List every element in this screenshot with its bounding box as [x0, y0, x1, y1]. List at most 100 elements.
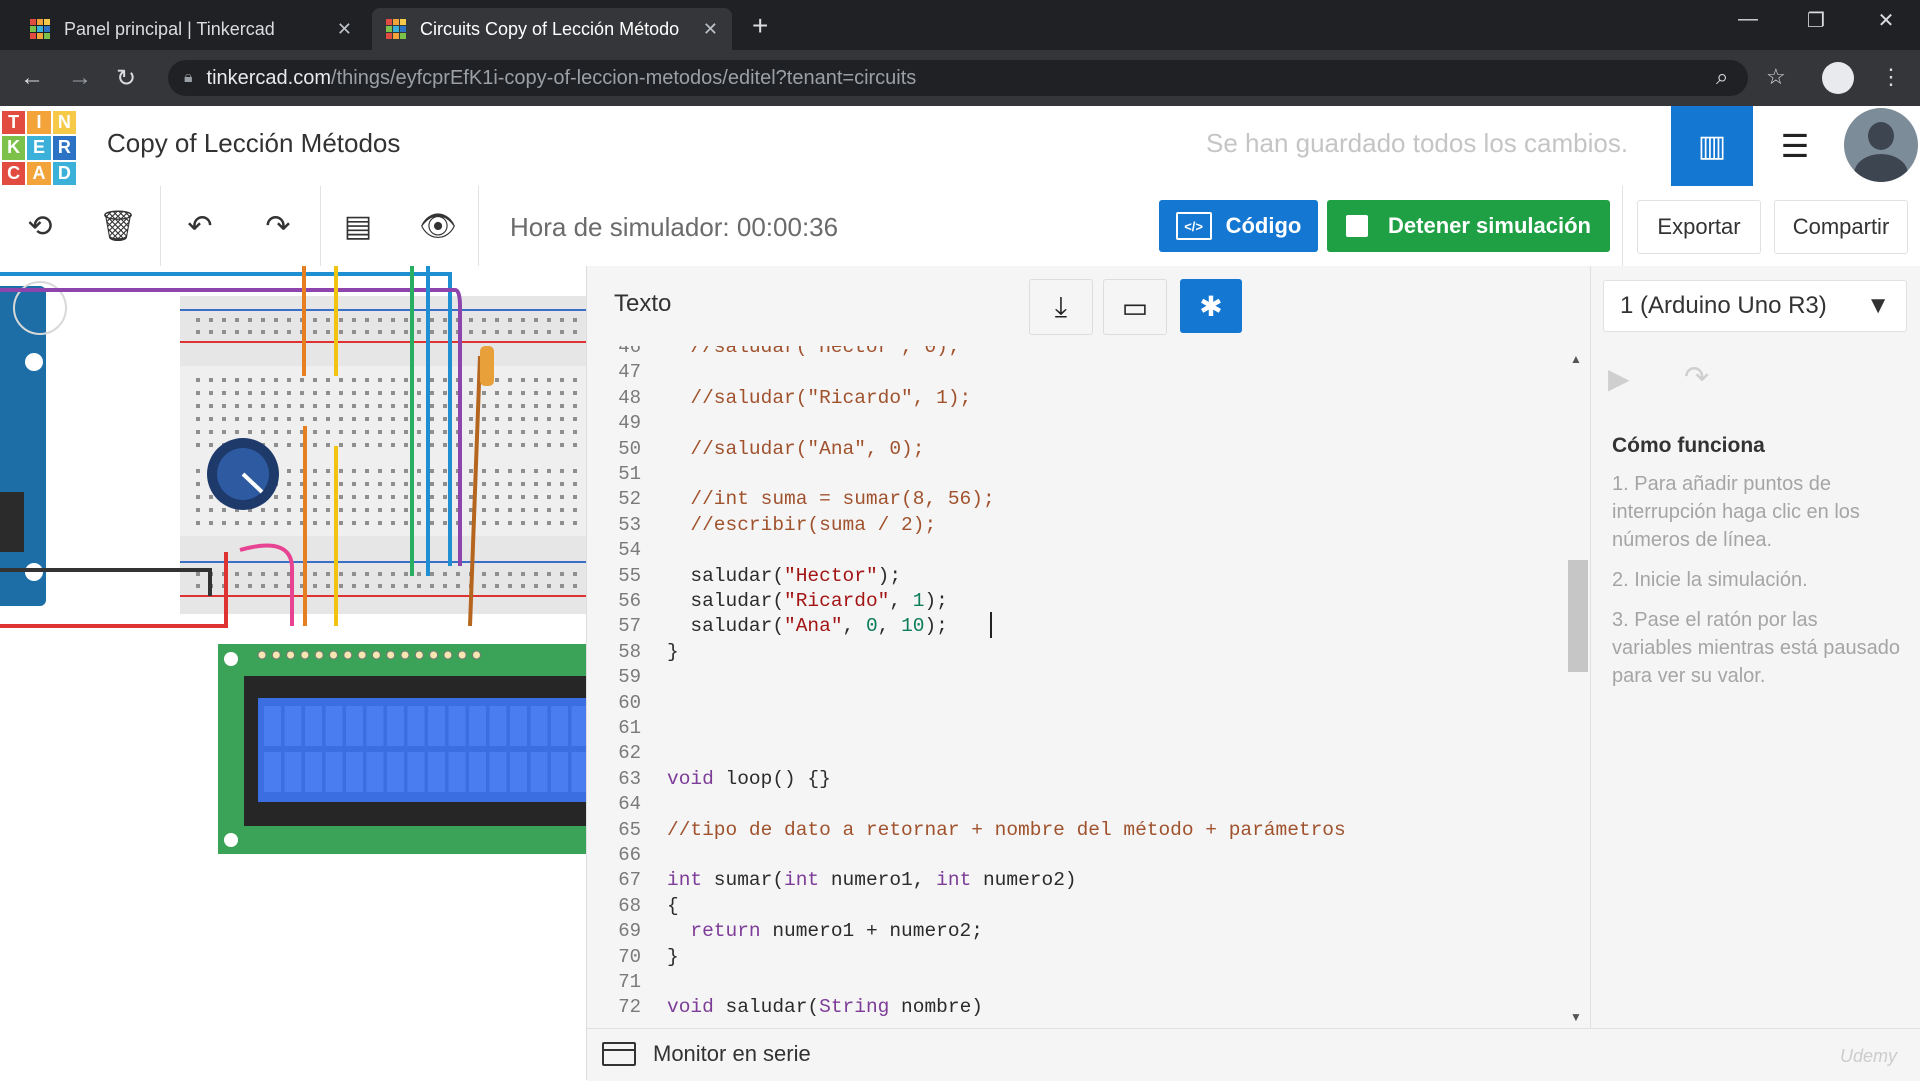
browser-tab-circuits[interactable]: Circuits Copy of Lección Método ✕ — [372, 8, 732, 50]
line-number[interactable]: 49 — [587, 412, 641, 434]
line-number[interactable]: 50 — [587, 438, 641, 460]
stop-simulation-button[interactable]: Detener simulación — [1327, 200, 1610, 252]
new-tab-icon[interactable]: + — [752, 10, 768, 42]
line-number[interactable]: 48 — [587, 387, 641, 409]
incognito-profile-icon[interactable] — [1822, 62, 1854, 94]
editor-scrollbar[interactable] — [1568, 560, 1588, 672]
code-line[interactable]: } — [667, 946, 679, 968]
project-title[interactable]: Copy of Lección Métodos — [107, 128, 400, 159]
code-mode-select[interactable]: Texto — [614, 290, 671, 318]
code-line[interactable]: //escribir(suma / 2); — [667, 514, 936, 536]
line-number[interactable]: 66 — [587, 844, 641, 866]
line-number[interactable]: 47 — [587, 361, 641, 383]
code-line[interactable]: return numero1 + numero2; — [667, 920, 983, 942]
resume-icon[interactable]: ▶︎ — [1608, 362, 1630, 395]
undo-icon[interactable]: ↶ — [178, 204, 222, 248]
code-line[interactable]: saludar("Ricardo", 1); — [667, 590, 947, 612]
circuit-view-button[interactable]: ▥ — [1671, 106, 1753, 186]
code-line[interactable]: //int suma = sumar(8, 56); — [667, 488, 994, 510]
code-line[interactable]: saludar("Ana", 0, 10); — [667, 615, 947, 637]
redo-icon[interactable]: ↷ — [256, 204, 300, 248]
trash-icon[interactable]: 🗑︎ — [96, 204, 140, 248]
serial-monitor-label[interactable]: Monitor en serie — [653, 1041, 811, 1067]
logo-letter: E — [27, 136, 51, 160]
code-line[interactable]: int sumar(int numero1, int numero2) — [667, 869, 1077, 891]
line-number[interactable]: 71 — [587, 971, 641, 993]
code-line[interactable]: //saludar("Hector", 0); — [667, 346, 959, 358]
line-number[interactable]: 53 — [587, 514, 641, 536]
share-button[interactable]: Compartir — [1774, 200, 1908, 254]
bug-icon: ✱ — [1199, 290, 1223, 322]
toolbar-divider — [320, 186, 321, 266]
notes-icon[interactable]: ▤ — [336, 204, 380, 248]
circuit-canvas[interactable] — [0, 266, 587, 1080]
line-number[interactable]: 56 — [587, 590, 641, 612]
tab-title: Panel principal | Tinkercad — [64, 18, 275, 39]
code-button[interactable]: </> Código — [1159, 200, 1318, 252]
scroll-up-icon[interactable]: ▲ — [1570, 352, 1582, 366]
line-number[interactable]: 67 — [587, 869, 641, 891]
visibility-eye-icon[interactable]: 👁︎ — [416, 204, 460, 248]
minimize-icon[interactable]: — — [1728, 8, 1768, 31]
line-number[interactable]: 64 — [587, 793, 641, 815]
line-number[interactable]: 65 — [587, 819, 641, 841]
line-number[interactable]: 55 — [587, 565, 641, 587]
code-line[interactable]: //saludar("Ana", 0); — [667, 438, 924, 460]
zoom-icon[interactable]: ⌕ — [1716, 64, 1728, 90]
logo-letter: I — [27, 111, 51, 135]
how-it-works-title: Cómo funciona — [1612, 434, 1765, 457]
line-number[interactable]: 63 — [587, 768, 641, 790]
code-line[interactable]: void saludar(String nombre) — [667, 996, 983, 1018]
close-tab-icon[interactable]: ✕ — [703, 19, 718, 40]
forward-icon[interactable]: → — [68, 64, 92, 92]
step-over-icon[interactable]: ↷ — [1684, 360, 1709, 395]
save-status: Se han guardado todos los cambios. — [1206, 128, 1629, 158]
debugger-button[interactable]: ✱ — [1180, 279, 1242, 333]
tinkercad-logo[interactable]: T I N K E R C A D — [2, 111, 76, 185]
code-line[interactable]: { — [667, 895, 679, 917]
browser-tab-panel[interactable]: Panel principal | Tinkercad ✕ — [16, 8, 366, 50]
back-icon[interactable]: ← — [20, 64, 44, 92]
reload-icon[interactable]: ↻ — [116, 64, 136, 93]
line-number[interactable]: 51 — [587, 463, 641, 485]
line-number[interactable]: 69 — [587, 920, 641, 942]
avatar[interactable] — [1844, 108, 1918, 182]
code-editor[interactable]: 46 47 48 49 50 51 52 53 54 55 56 57 58 59 60 61 62 63 64 65… — [587, 346, 1587, 1028]
scroll-down-icon[interactable]: ▼ — [1570, 1010, 1582, 1024]
line-number[interactable]: 61 — [587, 717, 641, 739]
line-number[interactable]: 70 — [587, 946, 641, 968]
text-cursor — [990, 612, 992, 638]
download-code-button[interactable]: ⤓ — [1029, 279, 1093, 335]
code-line[interactable]: //tipo de dato a retornar + nombre del m… — [667, 819, 1346, 841]
line-number[interactable]: 46 — [587, 346, 641, 358]
export-button[interactable]: Exportar — [1637, 200, 1761, 254]
close-window-icon[interactable]: ✕ — [1866, 8, 1906, 33]
close-tab-icon[interactable]: ✕ — [337, 19, 352, 40]
line-number[interactable]: 54 — [587, 539, 641, 561]
device-select[interactable]: 1 (Arduino Uno R3) ▼ — [1603, 280, 1907, 332]
libraries-button[interactable]: ▭ — [1103, 279, 1167, 335]
line-number[interactable]: 60 — [587, 692, 641, 714]
url-field[interactable]: 🔒︎ tinkercad.com/things/eyfcprEfK1i-copy… — [168, 60, 1748, 96]
library-box-icon: ▭ — [1121, 291, 1149, 323]
component-list-button[interactable]: ☰ — [1753, 106, 1837, 186]
code-line[interactable]: void loop() {} — [667, 768, 831, 790]
arduino-chip — [0, 492, 24, 552]
line-number[interactable]: 58 — [587, 641, 641, 663]
code-line[interactable]: //saludar("Ricardo", 1); — [667, 387, 971, 409]
line-number[interactable]: 52 — [587, 488, 641, 510]
line-number[interactable]: 57 — [587, 615, 641, 637]
toolbar-divider — [1622, 186, 1623, 266]
restore-icon[interactable]: ❐ — [1796, 8, 1836, 33]
line-number[interactable]: 72 — [587, 996, 641, 1018]
chevron-down-icon: ▼ — [1866, 292, 1890, 319]
line-number-gutter[interactable]: 46 47 48 49 50 51 52 53 54 55 56 57 58 59 60 61 62 63 64 65… — [587, 346, 649, 1028]
more-menu-icon[interactable]: ⋮ — [1880, 64, 1902, 90]
code-line[interactable]: } — [667, 641, 679, 663]
bookmark-star-icon[interactable]: ☆ — [1766, 64, 1786, 90]
line-number[interactable]: 59 — [587, 666, 641, 688]
line-number[interactable]: 68 — [587, 895, 641, 917]
rotate-icon[interactable]: ⟲ — [18, 204, 62, 248]
line-number[interactable]: 62 — [587, 742, 641, 764]
code-line[interactable]: saludar("Hector"); — [667, 565, 901, 587]
